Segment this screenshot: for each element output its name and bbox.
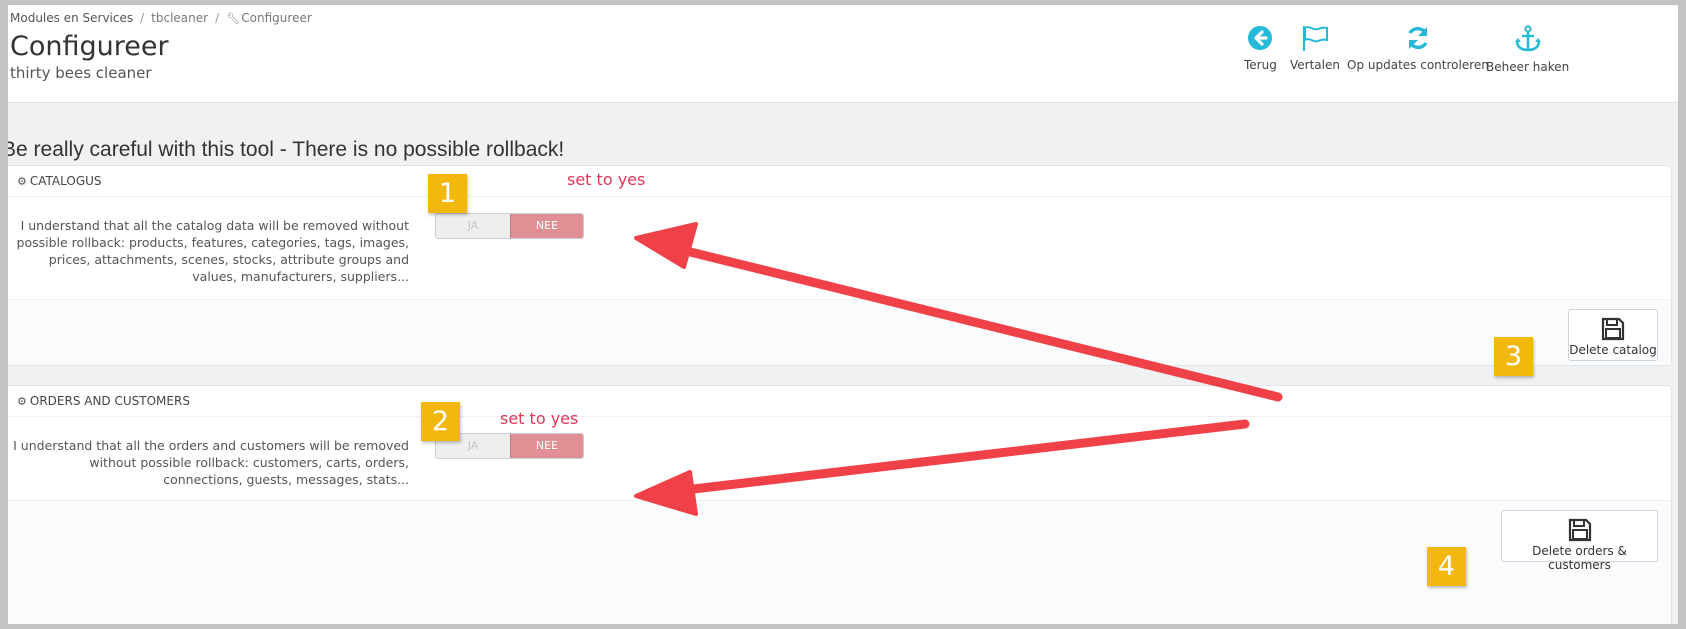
catalog-switch-no[interactable]: NEE bbox=[510, 214, 583, 238]
back-button[interactable]: Terug bbox=[1244, 25, 1277, 72]
flag-icon bbox=[1302, 25, 1328, 51]
delete-orders-customers-label: Delete orders & customers bbox=[1532, 544, 1627, 572]
catalog-switch-yes[interactable]: JA bbox=[436, 214, 510, 238]
back-label: Terug bbox=[1244, 58, 1277, 72]
catalog-panel-footer: Delete catalog bbox=[8, 299, 1671, 365]
annotation-badge-1: 1 bbox=[428, 174, 467, 213]
anchor-icon bbox=[1514, 25, 1541, 52]
breadcrumb: Modules en Services / tbcleaner / 🔧︎ Configu… bbox=[10, 11, 312, 25]
catalog-confirm-switch[interactable]: JA NEE bbox=[435, 213, 584, 239]
orders-panel: ⚙ ORDERS AND CUSTOMERS I understand that … bbox=[8, 385, 1672, 624]
warning-heading: Be really careful with this tool - There… bbox=[8, 138, 565, 161]
translate-button[interactable]: Vertalen bbox=[1290, 25, 1340, 72]
catalog-confirm-description: I understand that all the catalog data w… bbox=[16, 218, 409, 284]
catalog-panel-body: I understand that all the catalog data w… bbox=[8, 197, 1671, 299]
delete-catalog-label: Delete catalog bbox=[1569, 343, 1657, 357]
manage-hooks-label: Beheer haken bbox=[1486, 60, 1570, 74]
save-disk-icon bbox=[1568, 518, 1591, 542]
orders-switch-no[interactable]: NEE bbox=[510, 434, 583, 458]
annotation-badge-4: 4 bbox=[1427, 547, 1466, 586]
annotation-badge-3: 3 bbox=[1494, 337, 1533, 376]
breadcrumb-modules[interactable]: Modules en Services bbox=[10, 11, 133, 25]
breadcrumb-current: Configureer bbox=[241, 11, 312, 25]
page-title: Configureer bbox=[10, 31, 169, 62]
translate-label: Vertalen bbox=[1290, 58, 1340, 72]
orders-heading-label: ORDERS AND CUSTOMERS bbox=[29, 394, 190, 408]
breadcrumb-separator: / bbox=[215, 11, 220, 25]
page-header: Modules en Services / tbcleaner / 🔧︎ Configu… bbox=[8, 5, 1678, 103]
delete-catalog-button[interactable]: Delete catalog bbox=[1568, 309, 1658, 361]
save-disk-icon bbox=[1601, 317, 1625, 341]
orders-panel-heading: ⚙ ORDERS AND CUSTOMERS bbox=[8, 386, 1671, 417]
catalog-panel: ⚙ CATALOGUS I understand that all the cat… bbox=[8, 165, 1672, 366]
annotation-note-1: set to yes bbox=[567, 170, 646, 189]
page-frame: Modules en Services / tbcleaner / 🔧︎ Configu… bbox=[8, 5, 1678, 624]
orders-confirm-description: I understand that all the orders and cus… bbox=[13, 438, 409, 487]
back-arrow-icon bbox=[1248, 26, 1273, 50]
check-updates-label: Op updates controleren bbox=[1347, 58, 1489, 72]
orders-panel-footer: Delete orders & customers bbox=[8, 500, 1671, 624]
manage-hooks-button[interactable]: Beheer haken bbox=[1486, 25, 1569, 74]
breadcrumb-separator: / bbox=[140, 11, 145, 25]
gears-icon: ⚙ bbox=[17, 175, 27, 188]
annotation-note-2: set to yes bbox=[500, 409, 579, 428]
wrench-icon: 🔧︎ bbox=[226, 12, 241, 25]
check-updates-button[interactable]: Op updates controleren bbox=[1347, 25, 1489, 72]
annotation-badge-2: 2 bbox=[421, 402, 460, 441]
refresh-icon bbox=[1408, 26, 1428, 50]
breadcrumb-module[interactable]: tbcleaner bbox=[151, 11, 208, 25]
page-subtitle: thirty bees cleaner bbox=[10, 64, 152, 82]
catalog-panel-heading: ⚙ CATALOGUS bbox=[8, 166, 1671, 197]
gears-icon: ⚙ bbox=[17, 395, 27, 408]
delete-orders-customers-button[interactable]: Delete orders & customers bbox=[1501, 510, 1658, 572]
orders-panel-body: I understand that all the orders and cus… bbox=[8, 417, 1671, 500]
catalog-heading-label: CATALOGUS bbox=[29, 174, 102, 188]
